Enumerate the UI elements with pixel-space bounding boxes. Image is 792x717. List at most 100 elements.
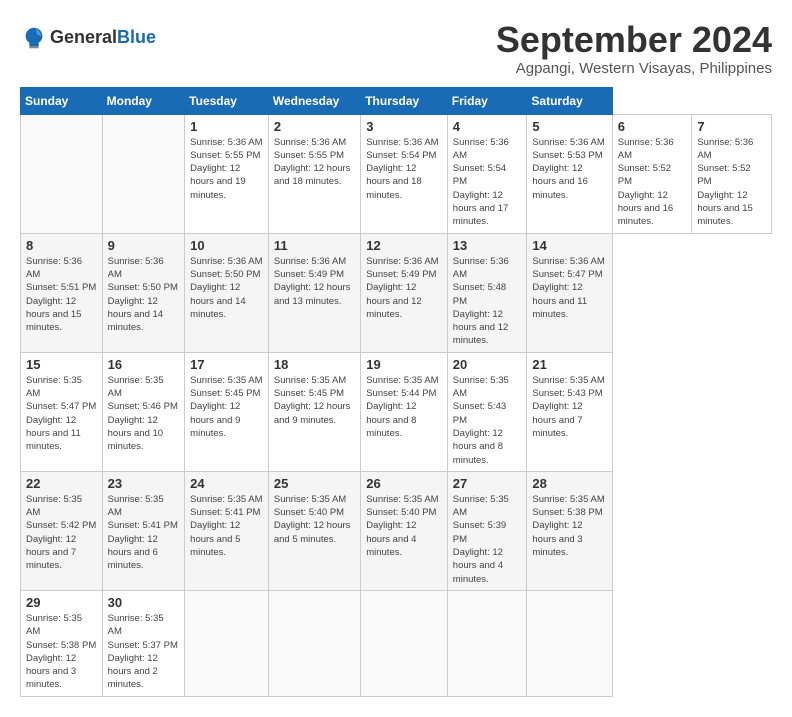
day-number: 17: [190, 357, 263, 372]
day-number: 8: [26, 238, 97, 253]
day-info: Sunrise: 5:35 AMSunset: 5:41 PMDaylight:…: [108, 493, 180, 573]
day-info: Sunrise: 5:35 AMSunset: 5:39 PMDaylight:…: [453, 493, 522, 586]
logo-icon: [20, 24, 48, 52]
day-info: Sunrise: 5:36 AMSunset: 5:49 PMDaylight:…: [274, 255, 355, 308]
day-cell-21: 21 Sunrise: 5:35 AMSunset: 5:43 PMDayligh…: [527, 352, 612, 471]
weekday-monday: Monday: [102, 87, 185, 114]
day-cell-16: 16 Sunrise: 5:35 AMSunset: 5:46 PMDayligh…: [102, 352, 185, 471]
day-number: 16: [108, 357, 180, 372]
day-number: 15: [26, 357, 97, 372]
day-cell-23: 23 Sunrise: 5:35 AMSunset: 5:41 PMDayligh…: [102, 471, 185, 590]
empty-cell: [527, 590, 612, 696]
empty-cell: [185, 590, 269, 696]
day-info: Sunrise: 5:35 AMSunset: 5:41 PMDaylight:…: [190, 493, 263, 559]
day-number: 20: [453, 357, 522, 372]
day-number: 19: [366, 357, 442, 372]
day-cell-3: 3 Sunrise: 5:36 AMSunset: 5:54 PMDaylight…: [361, 114, 448, 233]
day-info: Sunrise: 5:36 AMSunset: 5:50 PMDaylight:…: [108, 255, 180, 335]
weekday-wednesday: Wednesday: [268, 87, 360, 114]
day-info: Sunrise: 5:36 AMSunset: 5:55 PMDaylight:…: [274, 136, 355, 189]
logo-general: General: [50, 27, 117, 47]
day-cell-4: 4 Sunrise: 5:36 AMSunset: 5:54 PMDaylight…: [447, 114, 527, 233]
day-number: 18: [274, 357, 355, 372]
day-number: 14: [532, 238, 606, 253]
day-cell-12: 12Sunrise: 5:36 AMSunset: 5:49 PMDayligh…: [361, 233, 448, 352]
logo-blue: Blue: [117, 27, 156, 47]
day-cell-9: 9 Sunrise: 5:36 AMSunset: 5:50 PMDaylight…: [102, 233, 185, 352]
day-info: Sunrise: 5:35 AMSunset: 5:43 PMDaylight:…: [532, 374, 606, 440]
day-number: 2: [274, 119, 355, 134]
day-cell-6: 6Sunrise: 5:36 AMSunset: 5:52 PMDaylight…: [612, 114, 692, 233]
empty-cell: [102, 114, 185, 233]
day-cell-19: 19 Sunrise: 5:35 AMSunset: 5:44 PMDayligh…: [361, 352, 448, 471]
day-number: 23: [108, 476, 180, 491]
day-number: 11: [274, 238, 355, 253]
weekday-friday: Friday: [447, 87, 527, 114]
day-number: 3: [366, 119, 442, 134]
day-number: 9: [108, 238, 180, 253]
day-info: Sunrise: 5:35 AMSunset: 5:38 PMDaylight:…: [532, 493, 606, 559]
day-info: Sunrise: 5:35 AMSunset: 5:42 PMDaylight:…: [26, 493, 97, 573]
day-cell-5: 5 Sunrise: 5:36 AMSunset: 5:53 PMDaylight…: [527, 114, 612, 233]
day-cell-7: 7 Sunrise: 5:36 AMSunset: 5:52 PMDaylight…: [692, 114, 772, 233]
day-cell-10: 10 Sunrise: 5:36 AMSunset: 5:50 PMDayligh…: [185, 233, 269, 352]
day-info: Sunrise: 5:35 AMSunset: 5:37 PMDaylight:…: [108, 612, 180, 692]
day-info: Sunrise: 5:36 AMSunset: 5:54 PMDaylight:…: [453, 136, 522, 229]
day-info: Sunrise: 5:36 AMSunset: 5:47 PMDaylight:…: [532, 255, 606, 321]
day-info: Sunrise: 5:36 AMSunset: 5:51 PMDaylight:…: [26, 255, 97, 335]
day-number: 21: [532, 357, 606, 372]
day-cell-30: 30Sunrise: 5:35 AMSunset: 5:37 PMDayligh…: [102, 590, 185, 696]
day-cell-17: 17Sunrise: 5:35 AMSunset: 5:45 PMDayligh…: [185, 352, 269, 471]
day-info: Sunrise: 5:35 AMSunset: 5:38 PMDaylight:…: [26, 612, 97, 692]
week-row-2: 8 Sunrise: 5:36 AMSunset: 5:51 PMDaylight…: [21, 233, 772, 352]
day-info: Sunrise: 5:36 AMSunset: 5:55 PMDaylight:…: [190, 136, 263, 202]
day-number: 7: [697, 119, 766, 134]
day-number: 26: [366, 476, 442, 491]
day-cell-29: 29 Sunrise: 5:35 AMSunset: 5:38 PMDayligh…: [21, 590, 103, 696]
day-info: Sunrise: 5:35 AMSunset: 5:43 PMDaylight:…: [453, 374, 522, 467]
day-info: Sunrise: 5:35 AMSunset: 5:40 PMDaylight:…: [366, 493, 442, 559]
day-number: 22: [26, 476, 97, 491]
day-info: Sunrise: 5:36 AMSunset: 5:50 PMDaylight:…: [190, 255, 263, 321]
day-info: Sunrise: 5:35 AMSunset: 5:44 PMDaylight:…: [366, 374, 442, 440]
day-cell-28: 28 Sunrise: 5:35 AMSunset: 5:38 PMDayligh…: [527, 471, 612, 590]
day-cell-24: 24 Sunrise: 5:35 AMSunset: 5:41 PMDayligh…: [185, 471, 269, 590]
day-cell-14: 14 Sunrise: 5:36 AMSunset: 5:47 PMDayligh…: [527, 233, 612, 352]
day-number: 5: [532, 119, 606, 134]
day-info: Sunrise: 5:36 AMSunset: 5:49 PMDaylight:…: [366, 255, 442, 321]
week-row-3: 15 Sunrise: 5:35 AMSunset: 5:47 PMDayligh…: [21, 352, 772, 471]
calendar-table: SundayMondayTuesdayWednesdayThursdayFrid…: [20, 87, 772, 697]
day-cell-22: 22 Sunrise: 5:35 AMSunset: 5:42 PMDayligh…: [21, 471, 103, 590]
day-cell-18: 18Sunrise: 5:35 AMSunset: 5:45 PMDayligh…: [268, 352, 360, 471]
day-number: 25: [274, 476, 355, 491]
week-row-4: 22 Sunrise: 5:35 AMSunset: 5:42 PMDayligh…: [21, 471, 772, 590]
empty-cell: [21, 114, 103, 233]
month-title: September 2024: [496, 20, 772, 60]
day-cell-13: 13Sunrise: 5:36 AMSunset: 5:48 PMDayligh…: [447, 233, 527, 352]
empty-cell: [447, 590, 527, 696]
title-block: September 2024 Agpangi, Western Visayas,…: [496, 20, 772, 77]
day-info: Sunrise: 5:35 AMSunset: 5:47 PMDaylight:…: [26, 374, 97, 454]
weekday-header-row: SundayMondayTuesdayWednesdayThursdayFrid…: [21, 87, 772, 114]
day-number: 4: [453, 119, 522, 134]
day-info: Sunrise: 5:36 AMSunset: 5:53 PMDaylight:…: [532, 136, 606, 202]
weekday-sunday: Sunday: [21, 87, 103, 114]
day-cell-8: 8 Sunrise: 5:36 AMSunset: 5:51 PMDaylight…: [21, 233, 103, 352]
day-info: Sunrise: 5:35 AMSunset: 5:46 PMDaylight:…: [108, 374, 180, 454]
weekday-tuesday: Tuesday: [185, 87, 269, 114]
day-cell-26: 26 Sunrise: 5:35 AMSunset: 5:40 PMDayligh…: [361, 471, 448, 590]
day-cell-15: 15 Sunrise: 5:35 AMSunset: 5:47 PMDayligh…: [21, 352, 103, 471]
week-row-1: 1 Sunrise: 5:36 AMSunset: 5:55 PMDaylight…: [21, 114, 772, 233]
day-number: 10: [190, 238, 263, 253]
day-info: Sunrise: 5:36 AMSunset: 5:52 PMDaylight:…: [697, 136, 766, 229]
day-number: 28: [532, 476, 606, 491]
day-number: 13: [453, 238, 522, 253]
day-number: 1: [190, 119, 263, 134]
day-number: 24: [190, 476, 263, 491]
day-info: Sunrise: 5:36 AMSunset: 5:54 PMDaylight:…: [366, 136, 442, 202]
logo-text: GeneralBlue: [50, 28, 156, 48]
day-cell-2: 2 Sunrise: 5:36 AMSunset: 5:55 PMDaylight…: [268, 114, 360, 233]
day-number: 29: [26, 595, 97, 610]
day-cell-1: 1 Sunrise: 5:36 AMSunset: 5:55 PMDaylight…: [185, 114, 269, 233]
week-row-5: 29 Sunrise: 5:35 AMSunset: 5:38 PMDayligh…: [21, 590, 772, 696]
